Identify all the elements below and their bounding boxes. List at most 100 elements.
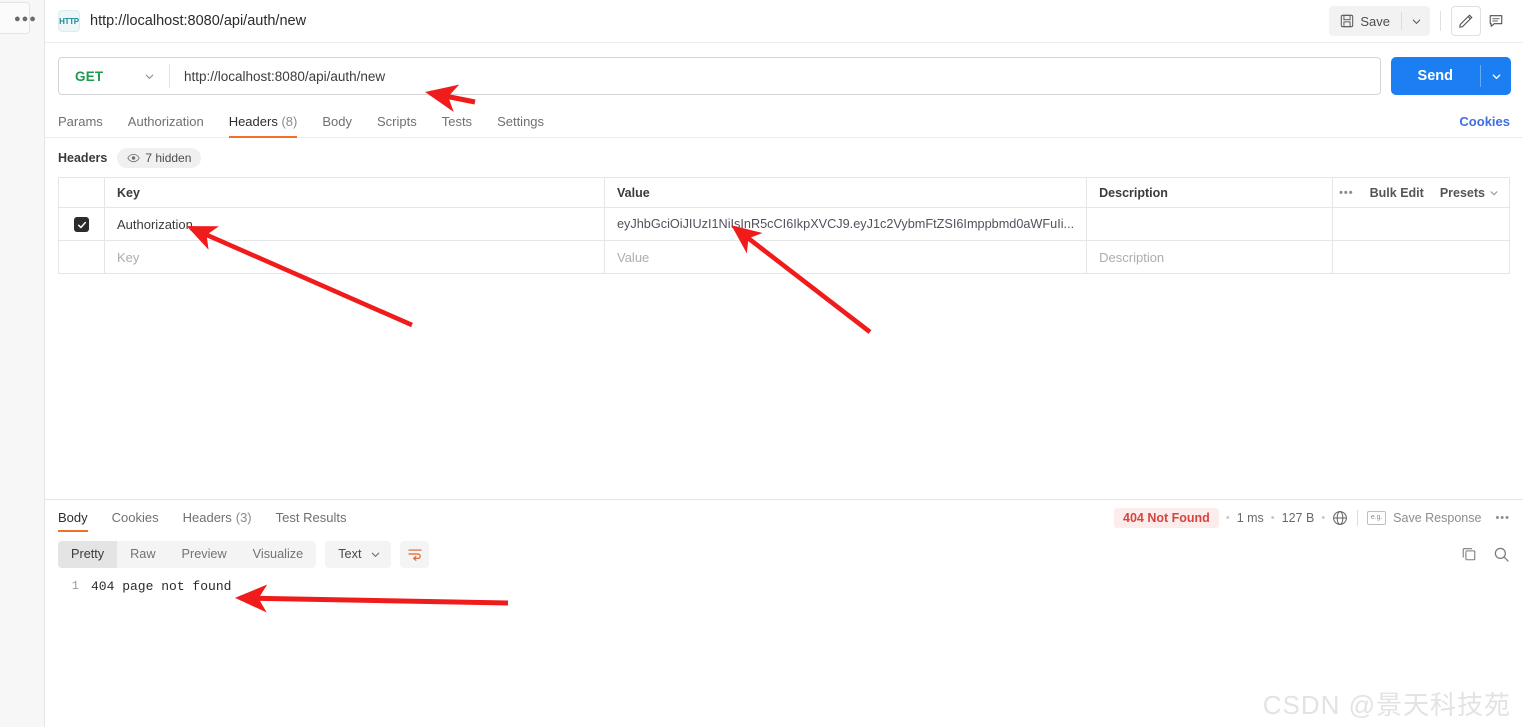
new-header-description-input[interactable]: Description	[1087, 241, 1333, 274]
status-badge: 404 Not Found	[1114, 508, 1219, 528]
response-toolbar-right	[1461, 546, 1510, 563]
view-mode-raw[interactable]: Raw	[117, 541, 168, 568]
word-wrap-button[interactable]	[400, 541, 429, 568]
row-actions-cell	[1333, 241, 1510, 274]
send-options-button[interactable]	[1481, 57, 1511, 95]
response-body-code[interactable]: 1 404 page not found CSDN @景天科技苑	[45, 573, 1523, 727]
response-tab-body[interactable]: Body	[58, 500, 88, 535]
header-key-cell[interactable]: Authorization	[105, 208, 605, 241]
presets-button[interactable]: Presets	[1440, 186, 1499, 200]
tab-scripts-label: Scripts	[377, 114, 417, 129]
save-button-group: Save	[1329, 6, 1430, 36]
url-input[interactable]	[170, 58, 1380, 94]
new-header-value-input[interactable]: Value	[605, 241, 1087, 274]
search-button[interactable]	[1493, 546, 1510, 563]
line-text: 404 page not found	[91, 579, 231, 594]
copy-button[interactable]	[1461, 546, 1477, 562]
code-line: 1 404 page not found	[45, 573, 1523, 594]
check-icon	[77, 220, 87, 230]
save-response-button[interactable]: Save Response	[1393, 511, 1481, 525]
headers-section-title: Headers	[58, 151, 107, 165]
row-checkbox-cell[interactable]	[59, 241, 105, 274]
tab-authorization[interactable]: Authorization	[128, 114, 204, 137]
response-type-label: Text	[338, 547, 361, 561]
view-mode-preview[interactable]: Preview	[169, 541, 240, 568]
tab-headers-count: (8)	[281, 114, 297, 129]
presets-button-label: Presets	[1440, 186, 1485, 200]
row-checkbox[interactable]	[74, 217, 89, 232]
table-actions-cell: ••• Bulk Edit Presets	[1333, 178, 1510, 208]
hidden-headers-badge-label: 7 hidden	[145, 151, 191, 165]
response-tab-test-results-label: Test Results	[276, 510, 347, 525]
edit-request-button[interactable]	[1451, 6, 1481, 36]
response-status-bar: 404 Not Found • 1 ms • 127 B • e.g.	[1114, 508, 1510, 528]
tab-body[interactable]: Body	[322, 114, 352, 137]
response-size: 127 B	[1282, 511, 1315, 525]
column-header-description: Description	[1087, 178, 1333, 208]
separator-dot: •	[1226, 512, 1230, 524]
send-button[interactable]: Send	[1391, 57, 1480, 95]
more-horizontal-icon[interactable]: ●●●	[14, 15, 37, 23]
view-mode-segmented-control: Pretty Raw Preview Visualize	[58, 541, 316, 568]
globe-icon[interactable]	[1332, 510, 1348, 526]
header-description-cell[interactable]	[1087, 208, 1333, 241]
response-tab-body-label: Body	[58, 510, 88, 525]
search-icon	[1493, 546, 1510, 563]
tab-tests-label: Tests	[442, 114, 472, 129]
headers-section-header: Headers 7 hidden	[45, 138, 1523, 177]
more-horizontal-icon[interactable]: •••	[1339, 187, 1354, 199]
column-header-key: Key	[105, 178, 605, 208]
row-checkbox-cell	[59, 208, 105, 241]
headers-table: Key Value Description ••• Bulk Edit Pres…	[58, 177, 1510, 274]
view-mode-visualize[interactable]: Visualize	[240, 541, 317, 568]
table-header-row: Key Value Description ••• Bulk Edit Pres…	[59, 178, 1510, 208]
sidebar-toggle-button[interactable]: ●●●	[0, 2, 30, 34]
response-tab-headers-count: (3)	[236, 510, 252, 525]
response-more-button[interactable]: •••	[1495, 512, 1510, 524]
tab-params[interactable]: Params	[58, 114, 103, 137]
comment-icon	[1488, 13, 1504, 29]
floppy-disk-icon	[1340, 14, 1354, 28]
response-tab-cookies-label: Cookies	[112, 510, 159, 525]
response-tabs: Body Cookies Headers (3) Test Results 40…	[45, 500, 1523, 535]
tab-scripts[interactable]: Scripts	[377, 114, 417, 137]
response-tab-cookies[interactable]: Cookies	[112, 500, 159, 535]
new-header-key-input[interactable]: Key	[105, 241, 605, 274]
response-type-select[interactable]: Text	[325, 541, 391, 568]
cookies-link[interactable]: Cookies	[1459, 114, 1510, 137]
tab-headers[interactable]: Headers (8)	[229, 114, 298, 137]
header-value-cell[interactable]: eyJhbGciOiJIUzI1NiIsInR5cCI6IkpXVCJ9.eyJ…	[605, 208, 1087, 241]
postman-window: ●●● HTTP http://localhost:8080/api/auth/…	[0, 0, 1523, 727]
hidden-headers-badge[interactable]: 7 hidden	[117, 148, 201, 168]
response-tab-headers[interactable]: Headers (3)	[183, 500, 252, 535]
column-header-value: Value	[605, 178, 1087, 208]
http-method-select[interactable]: GET	[59, 58, 169, 94]
view-mode-pretty[interactable]: Pretty	[58, 541, 117, 568]
request-tabs: Params Authorization Headers (8) Body Sc…	[45, 107, 1523, 138]
watermark: CSDN @景天科技苑	[1263, 685, 1511, 722]
headers-table-wrapper: Key Value Description ••• Bulk Edit Pres…	[45, 177, 1523, 274]
url-input-group: GET	[58, 57, 1381, 95]
comment-button[interactable]	[1481, 6, 1511, 36]
send-button-group: Send	[1391, 57, 1511, 95]
http-protocol-icon-label: HTTP	[59, 17, 79, 26]
tab-params-label: Params	[58, 114, 103, 129]
save-button-label: Save	[1360, 14, 1390, 29]
pencil-icon	[1458, 13, 1474, 29]
bulk-edit-button[interactable]: Bulk Edit	[1370, 186, 1424, 200]
url-bar: GET Send	[45, 43, 1523, 107]
tab-authorization-label: Authorization	[128, 114, 204, 129]
main-area: HTTP http://localhost:8080/api/auth/new …	[45, 0, 1523, 727]
save-button[interactable]: Save	[1329, 6, 1401, 36]
tab-tests[interactable]: Tests	[442, 114, 472, 137]
divider	[1357, 510, 1358, 526]
http-protocol-icon: HTTP	[58, 10, 80, 32]
response-toolbar: Pretty Raw Preview Visualize Text	[45, 535, 1523, 573]
divider	[1440, 11, 1441, 31]
table-row: Authorization eyJhbGciOiJIUzI1NiIsInR5cC…	[59, 208, 1510, 241]
tab-settings[interactable]: Settings	[497, 114, 544, 137]
eye-icon	[127, 153, 140, 163]
save-options-button[interactable]	[1402, 6, 1430, 36]
response-tab-test-results[interactable]: Test Results	[276, 500, 347, 535]
tab-body-label: Body	[322, 114, 352, 129]
